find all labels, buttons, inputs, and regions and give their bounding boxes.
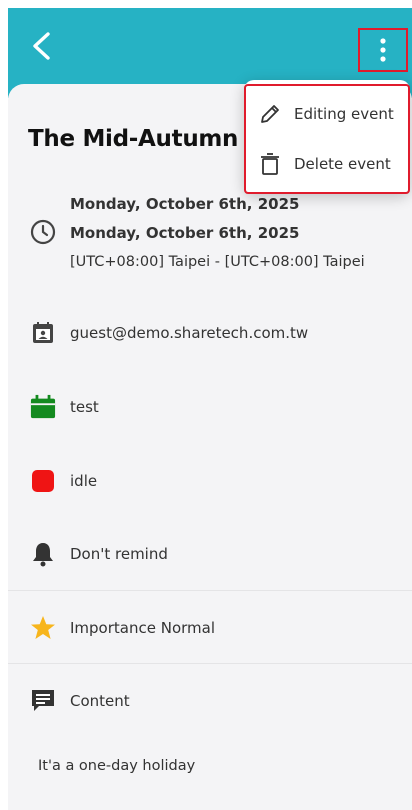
calendar-row: test	[8, 372, 412, 442]
organizer-email: guest@demo.sharetech.com.tw	[70, 324, 309, 342]
more-options-button[interactable]	[358, 28, 408, 72]
organizer-row: guest@demo.sharetech.com.tw	[8, 298, 412, 368]
back-button[interactable]	[26, 30, 58, 62]
trash-icon	[261, 153, 279, 175]
calendar-name: test	[70, 398, 99, 416]
event-note: It'a a one-day holiday	[38, 758, 196, 774]
timezone: [UTC+08:00] Taipei - [UTC+08:00] Taipei	[70, 254, 365, 270]
options-menu: Editing event Delete event	[244, 80, 410, 194]
divider	[8, 663, 412, 664]
pencil-icon	[261, 105, 279, 123]
start-date: Monday, October 6th, 2025	[70, 195, 300, 213]
reminder-row: Don't remind	[8, 519, 412, 589]
more-vertical-icon	[380, 38, 386, 62]
importance-row: Importance Normal	[8, 593, 412, 663]
star-icon	[31, 616, 55, 639]
contact-card-icon	[33, 322, 53, 343]
status-square-icon	[32, 470, 54, 492]
edit-event-label: Editing event	[294, 105, 394, 123]
calendar-icon	[30, 394, 56, 419]
reminder-text: Don't remind	[70, 545, 168, 563]
status-text: idle	[70, 472, 98, 490]
clock-icon	[30, 219, 56, 245]
edit-event-menu-item[interactable]: Editing event	[244, 87, 410, 141]
bell-icon	[33, 543, 53, 567]
event-time-block: Monday, October 6th, 2025 Monday, Octobe…	[70, 193, 365, 273]
message-icon	[32, 690, 54, 711]
delete-event-menu-item[interactable]: Delete event	[244, 137, 410, 191]
content-row: Content	[8, 666, 412, 736]
event-title: The Mid-Autumn	[28, 126, 239, 152]
back-arrow-icon	[33, 32, 50, 60]
delete-event-label: Delete event	[294, 155, 391, 173]
end-date: Monday, October 6th, 2025	[70, 224, 300, 242]
status-row: idle	[8, 446, 412, 516]
divider	[8, 590, 412, 591]
content-label: Content	[70, 692, 130, 710]
importance-text: Importance Normal	[70, 619, 215, 637]
